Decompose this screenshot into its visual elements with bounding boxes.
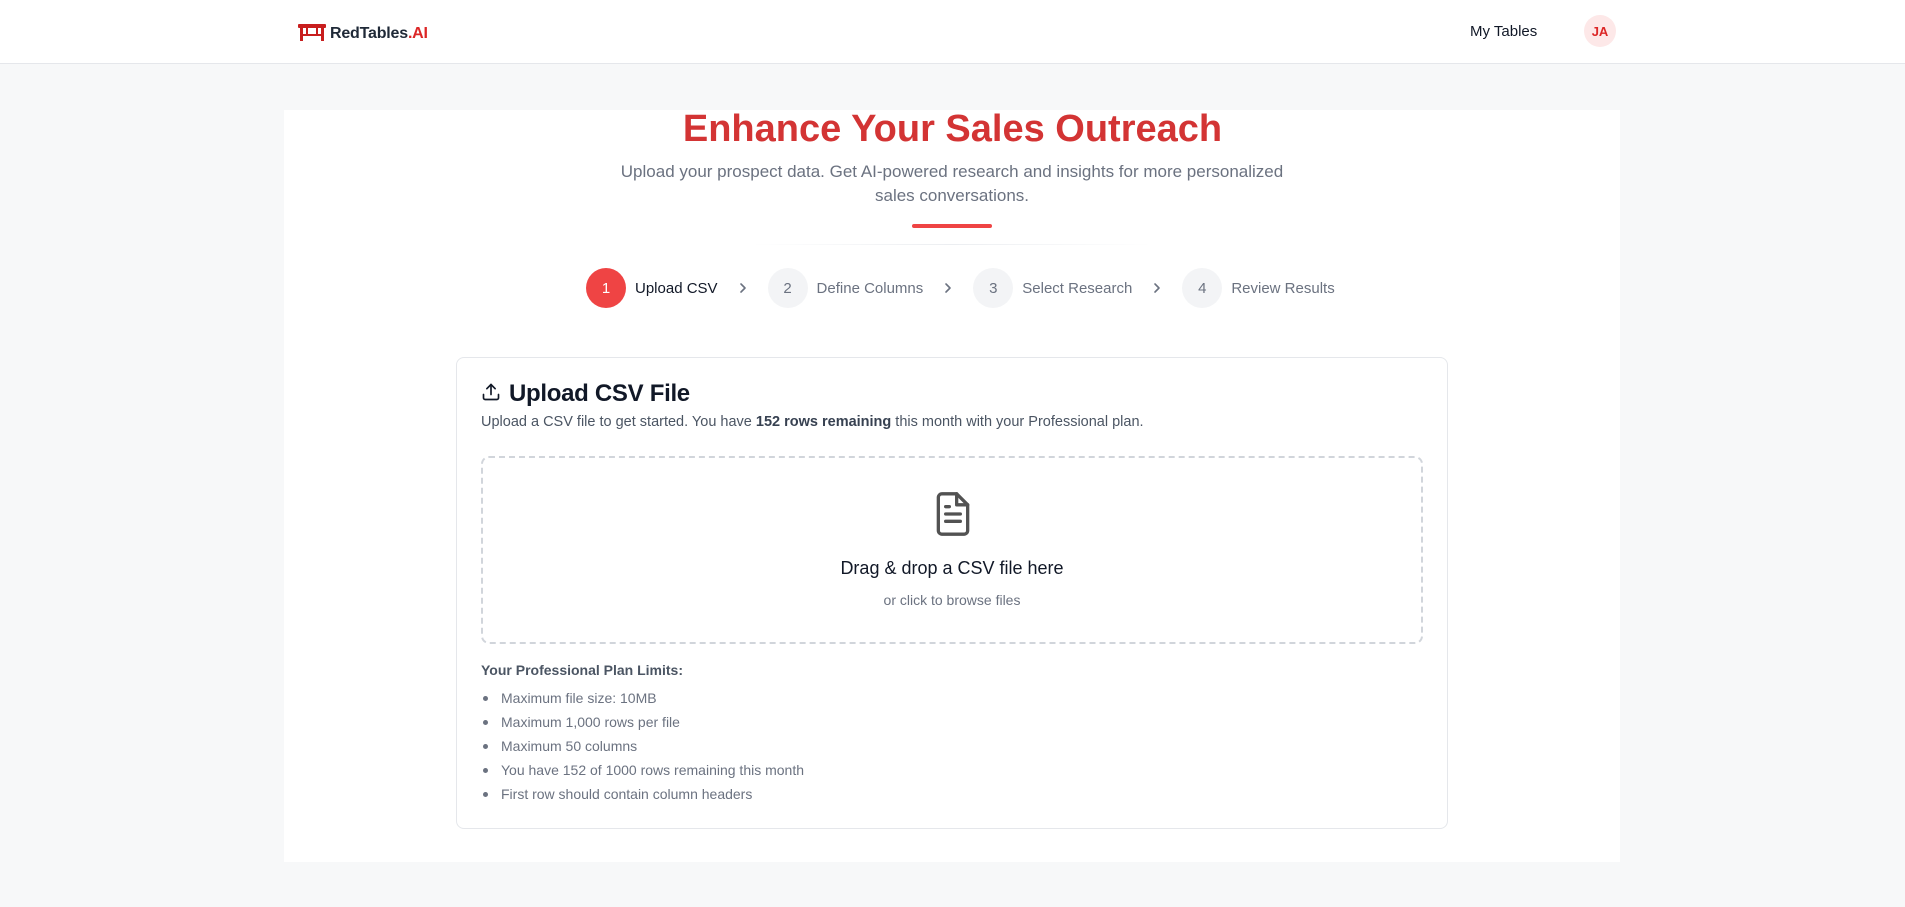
user-avatar[interactable]: JA bbox=[1584, 15, 1616, 47]
list-item: You have 152 of 1000 rows remaining this… bbox=[481, 758, 804, 782]
dropzone-title: Drag & drop a CSV file here bbox=[840, 558, 1064, 578]
card-title: Upload CSV File bbox=[509, 380, 690, 407]
step-label: Review Results bbox=[1231, 279, 1335, 297]
step-define-columns[interactable]: 2 Define Columns bbox=[767, 268, 924, 308]
card-header: Upload CSV File bbox=[481, 380, 690, 408]
upload-card: Upload CSV File Upload a CSV file to get… bbox=[456, 357, 1448, 829]
top-navbar: RedTables.AI My Tables JA bbox=[0, 0, 1905, 64]
chevron-right-icon bbox=[1152, 282, 1164, 294]
file-text-icon bbox=[931, 490, 975, 543]
csv-dropzone[interactable]: Drag & drop a CSV file here or click to … bbox=[481, 456, 1423, 644]
rows-remaining-highlight: 152 rows remaining bbox=[755, 414, 892, 430]
plan-limits-list: Maximum file size: 10MB Maximum 1,000 ro… bbox=[481, 686, 804, 806]
list-item: Maximum 50 columns bbox=[481, 734, 804, 758]
title-divider bbox=[752, 244, 1152, 245]
step-number: 4 bbox=[1182, 268, 1223, 308]
brand-name-main: RedTables bbox=[330, 25, 408, 42]
list-item: Maximum 1,000 rows per file bbox=[481, 710, 804, 734]
list-item: First row should contain column headers bbox=[481, 782, 804, 806]
step-number: 2 bbox=[767, 268, 808, 308]
step-number: 1 bbox=[586, 268, 626, 308]
card-description: Upload a CSV file to get started. You ha… bbox=[481, 414, 1144, 430]
brand-name-suffix: .AI bbox=[407, 25, 428, 42]
desc-text-before: Upload a CSV file to get started. You ha… bbox=[481, 414, 756, 430]
desc-text-after: this month with your Professional plan. bbox=[891, 414, 1144, 430]
step-select-research[interactable]: 3 Select Research bbox=[973, 268, 1132, 308]
step-label: Select Research bbox=[1022, 279, 1133, 297]
step-review-results[interactable]: 4 Review Results bbox=[1182, 268, 1335, 308]
step-label: Define Columns bbox=[816, 279, 924, 297]
nav-my-tables[interactable]: My Tables bbox=[1470, 20, 1537, 44]
step-number: 3 bbox=[973, 268, 1014, 308]
page-subtitle: Upload your prospect data. Get AI-powere… bbox=[620, 162, 1284, 205]
chevron-right-icon bbox=[943, 282, 955, 294]
title-accent-bar bbox=[912, 224, 992, 228]
list-item: Maximum file size: 10MB bbox=[481, 686, 804, 710]
plan-limits-title: Your Professional Plan Limits: bbox=[481, 662, 684, 678]
upload-icon bbox=[481, 382, 501, 407]
table-icon bbox=[297, 21, 327, 48]
page-title: Enhance Your Sales Outreach bbox=[682, 108, 1223, 150]
brand-name: RedTables.AI bbox=[330, 25, 428, 43]
step-upload-csv[interactable]: 1 Upload CSV bbox=[586, 268, 718, 308]
brand-logo[interactable]: RedTables.AI bbox=[297, 22, 428, 46]
chevron-right-icon bbox=[738, 282, 750, 294]
step-label: Upload CSV bbox=[635, 279, 718, 297]
progress-stepper: 1 Upload CSV 2 Define Columns 3 Select R… bbox=[586, 268, 1335, 308]
dropzone-browse-hint: or click to browse files bbox=[883, 592, 1021, 608]
